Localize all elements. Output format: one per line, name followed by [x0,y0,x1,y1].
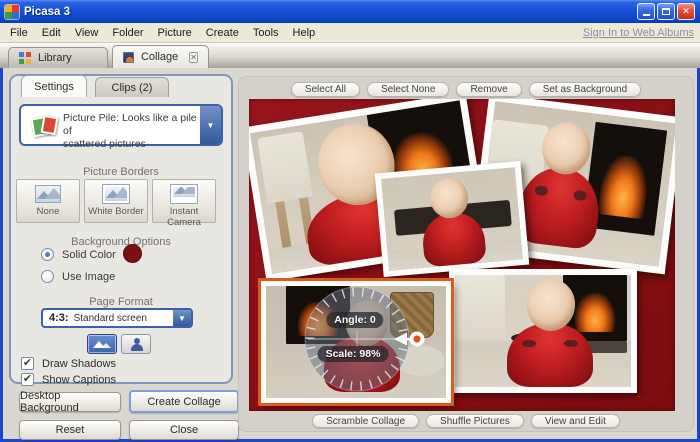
view-tab-strip: Library Collage ✕ [0,43,700,68]
draw-shadows-checkbox[interactable]: ✔ Draw Shadows [21,357,116,370]
baby-coat [507,323,593,387]
landscape-orientation-button[interactable] [87,334,117,354]
picture-pile-icon [31,114,55,136]
menu-view[interactable]: View [68,25,106,41]
rotation-handle[interactable] [407,331,425,349]
radio-use-image[interactable]: Use Image [41,270,115,283]
close-button[interactable]: ✕ [677,3,695,20]
chevron-down-icon[interactable]: ▼ [200,106,221,144]
menu-picture[interactable]: Picture [151,25,199,41]
collage-photo-5[interactable] [449,269,637,393]
tab-clips[interactable]: Clips (2) [95,77,169,97]
border-option-white[interactable]: White Border [84,179,148,223]
select-all-button[interactable]: Select All [291,82,360,97]
chevron-down-icon[interactable]: ▼ [173,310,191,326]
checkbox-checked-icon: ✔ [21,357,34,370]
collage-action-row: Scramble Collage Shuffle Pictures View a… [239,414,693,428]
collage-photo-icon [123,52,134,63]
border-option-none[interactable]: None [16,179,80,223]
sign-in-link[interactable]: Sign In to Web Albums [583,27,697,39]
menu-tools[interactable]: Tools [246,25,286,41]
cushion [398,346,444,376]
collage-canvas[interactable]: Angle: 0 Scale: 98% [249,99,675,411]
minimize-button[interactable] [637,3,655,20]
background-color-swatch[interactable] [123,244,142,263]
border-none-icon [35,185,61,203]
tab-collage[interactable]: Collage ✕ [112,45,209,68]
collage-style-dropdown[interactable]: Picture Pile: Looks like a pile of scatt… [19,104,223,146]
portrait-orientation-button[interactable] [121,334,151,354]
tab-collage-label: Collage [141,51,178,63]
collage-photo-2[interactable] [375,161,530,277]
set-as-background-button[interactable]: Set as Background [529,82,642,97]
radio-selected-icon [41,248,54,261]
orientation-buttons [87,334,151,354]
show-captions-checkbox[interactable]: ✔ Show Captions [21,373,116,386]
shuffle-pictures-button[interactable]: Shuffle Pictures [426,414,524,428]
page-format-dropdown[interactable]: 4:3: Standard screen ▼ [41,308,193,328]
tab-close-icon[interactable]: ✕ [189,52,198,63]
tab-library-label: Library [38,52,72,64]
checkbox-checked-icon: ✔ [21,373,34,386]
picasa-logo-icon [5,5,19,19]
close-icon: ✕ [682,6,690,17]
tab-library[interactable]: Library [8,47,108,68]
selection-button-row: Select All Select None Remove Set as Bac… [239,82,693,97]
settings-panel: Settings Clips (2) Picture Pile: Looks l… [9,74,233,384]
reset-button[interactable]: Reset [19,420,121,440]
background-options-heading: Background Options [11,236,231,248]
collage-workspace: Select All Select None Remove Set as Bac… [238,76,694,432]
minimize-icon [643,14,650,16]
menu-create[interactable]: Create [199,25,246,41]
border-white-icon [103,185,129,203]
app-window: Picasa 3 ✕ File Edit View Folder Picture… [0,0,700,442]
border-option-instant[interactable]: Instant Camera [152,179,216,223]
select-none-button[interactable]: Select None [367,82,449,97]
create-collage-button[interactable]: Create Collage [129,390,239,413]
remove-button[interactable]: Remove [456,82,521,97]
menu-file[interactable]: File [3,25,35,41]
tab-settings[interactable]: Settings [21,75,87,97]
armchair [455,275,505,339]
radio-unselected-icon [41,270,54,283]
menu-help[interactable]: Help [286,25,323,41]
desktop-background-button[interactable]: Desktop Background [19,392,121,412]
angle-readout: Angle: 0 [326,312,383,328]
window-title: Picasa 3 [24,6,70,18]
library-grid-icon [19,52,31,64]
maximize-icon [662,8,670,15]
menu-edit[interactable]: Edit [35,25,68,41]
radio-solid-color[interactable]: Solid Color [41,248,116,261]
menu-folder[interactable]: Folder [105,25,150,41]
menu-bar: File Edit View Folder Picture Create Too… [0,23,700,43]
collage-style-value: Picture Pile: Looks like a pile of scatt… [63,112,197,151]
border-instant-icon [171,185,197,203]
view-and-edit-button[interactable]: View and Edit [531,414,620,428]
scale-readout: Scale: 98% [318,346,389,362]
title-bar: Picasa 3 ✕ [0,0,700,23]
page-format-heading: Page Format [11,296,231,308]
maximize-button[interactable] [657,3,675,20]
content-area: Settings Clips (2) Picture Pile: Looks l… [3,68,697,439]
picture-borders-heading: Picture Borders [11,166,231,178]
scramble-collage-button[interactable]: Scramble Collage [312,414,419,428]
close-collage-button[interactable]: Close [129,420,239,440]
